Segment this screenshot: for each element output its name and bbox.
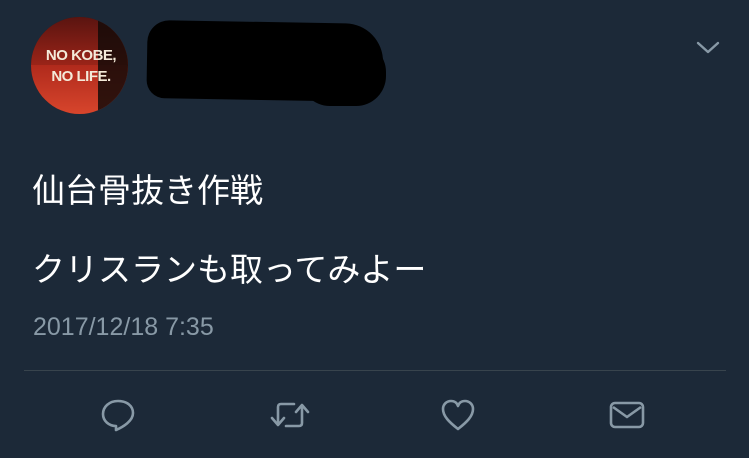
redacted-username-part [300,42,386,106]
tweet-text-line2: クリスランも取ってみよー [32,250,427,289]
avatar-shadow [98,17,128,114]
direct-message-button[interactable] [607,397,647,433]
avatar-text-line2: NO LIFE. [51,68,111,85]
avatar[interactable]: NO KOBE, NO LIFE. [31,17,128,114]
tweet-timestamp[interactable]: 2017/12/18 7:35 [33,313,214,342]
heart-icon [439,397,477,433]
envelope-icon [608,397,646,433]
tweet-text-line1: 仙台骨抜き作戦 [32,171,263,210]
retweet-icon [270,397,310,433]
avatar-text-line1: NO KOBE, [45,47,117,64]
tweet-card: NO KOBE, NO LIFE. 仙台骨抜き作戦 クリスランも取ってみよー 2… [0,0,749,458]
reply-icon [99,397,137,433]
retweet-button[interactable] [270,397,310,433]
chevron-down-icon[interactable] [694,38,722,58]
reply-button[interactable] [98,397,138,433]
divider [24,370,726,371]
like-button[interactable] [438,397,478,433]
